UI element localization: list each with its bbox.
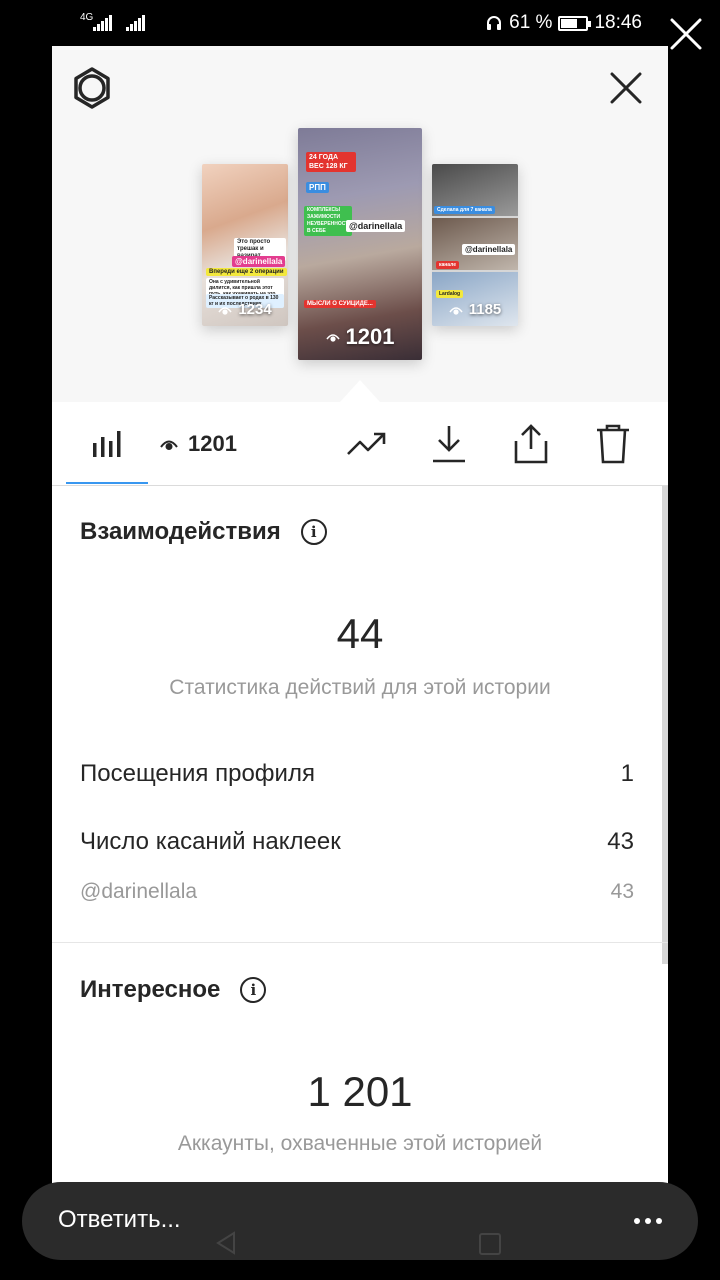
stat-label: Число касаний наклеек: [80, 828, 341, 855]
scrollbar[interactable]: [662, 486, 668, 964]
story-tag: @darinellala: [462, 244, 516, 255]
stat-row: Число касаний наклеек 43: [80, 828, 634, 856]
story-views-value: 1201: [345, 324, 395, 349]
delete-button[interactable]: [588, 402, 638, 486]
clock: 18:46: [594, 12, 642, 33]
interactions-caption: Статистика действий для этой истории: [169, 676, 551, 699]
story-tag: @darinellala: [346, 220, 406, 232]
selected-story-pointer: [340, 380, 380, 402]
battery-icon: [558, 15, 592, 31]
info-icon[interactable]: i: [240, 977, 267, 1003]
trend-up-icon: [347, 432, 386, 455]
tab-viewers[interactable]: 1201: [160, 402, 270, 486]
story-tag: @darinellala: [232, 256, 286, 267]
story-tag: Lardalog: [436, 290, 464, 298]
interactions-total: 44: [336, 610, 384, 657]
insights-toolbar: 1201: [52, 402, 668, 486]
story-tag: КОМПЛЕКСЫ ЗАЖИМОСТИ НЕУВЕРЕННОСТИ В СЕБЕ: [304, 206, 352, 236]
trash-icon: [597, 424, 629, 464]
reply-input[interactable]: Ответить...: [58, 1206, 181, 1234]
eye-icon: [449, 306, 463, 315]
story-view-count: 1185: [432, 301, 518, 318]
story-view-count: 1234: [202, 301, 288, 318]
reach-total: 1 201: [307, 1068, 413, 1115]
promote-button[interactable]: [342, 402, 392, 486]
signal-icon-2: [126, 13, 148, 31]
story-tag: 24 ГОДА ВЕС 128 КГ: [306, 152, 356, 172]
story-preview-area: Это просто трешак и вазират @darinellala…: [52, 46, 668, 402]
close-icon[interactable]: [666, 14, 706, 54]
signal-icon: [93, 13, 115, 31]
more-icon[interactable]: [634, 1218, 662, 1224]
tab-insights[interactable]: [76, 402, 136, 486]
nav-home-icon: [479, 1233, 501, 1255]
bar-chart-icon: [93, 431, 121, 457]
story-views-value: 1234: [238, 301, 272, 318]
battery-percent: 61 %: [509, 12, 553, 33]
story-thumbnail[interactable]: Сделала для 7 канала @darinellala канале…: [432, 164, 518, 326]
story-thumbnail[interactable]: Это просто трешак и вазират @darinellala…: [202, 164, 288, 326]
stat-label: Посещения профиля: [80, 760, 315, 787]
section-title: Интересное: [80, 976, 221, 1003]
status-right: 61 % 18:46: [485, 10, 642, 36]
story-tag: РПП: [306, 182, 329, 193]
eye-icon: [218, 306, 232, 315]
nav-back-icon: [216, 1231, 235, 1255]
download-icon: [433, 426, 465, 463]
story-tag: МЫСЛИ О СУИЦИДЕ...: [304, 300, 376, 308]
insights-content[interactable]: Взаимодействия i 44 Статистика действий …: [52, 486, 668, 1186]
section-interactions: Взаимодействия i: [80, 518, 327, 546]
reach-caption: Аккаунты, охваченные этой историей: [177, 1132, 543, 1155]
story-tag: канале: [436, 261, 459, 269]
section-divider: [52, 942, 668, 943]
stat-row: Посещения профиля 1: [80, 760, 634, 788]
close-icon[interactable]: [606, 68, 646, 108]
story-thumbnail-selected[interactable]: 24 ГОДА ВЕС 128 КГ РПП КОМПЛЕКСЫ ЗАЖИМОС…: [298, 128, 422, 360]
story-view-count: 1201: [298, 324, 422, 350]
stat-sub-label: @darinellala: [80, 880, 198, 903]
stat-value: 43: [607, 828, 634, 855]
network-type: 4G: [80, 12, 94, 23]
reply-bar[interactable]: Ответить...: [22, 1182, 698, 1260]
story-insights-sheet: Это просто трешак и вазират @darinellala…: [52, 46, 668, 1186]
story-tag: Сделала для 7 канала: [434, 206, 495, 214]
share-button[interactable]: [506, 402, 556, 486]
active-tab-indicator: [66, 482, 148, 484]
download-button[interactable]: [424, 402, 474, 486]
stat-sub-row: @darinellala 43: [80, 880, 634, 904]
story-tag: Впереди еще 2 операции: [206, 268, 287, 276]
section-title: Взаимодействия: [80, 518, 281, 545]
eye-icon: [325, 334, 340, 342]
headset-icon: [487, 16, 502, 30]
status-bar: 4G 61 % 18:46: [0, 0, 720, 46]
eye-icon: [160, 440, 178, 450]
views-count: 1201: [188, 431, 237, 456]
gear-icon[interactable]: [70, 66, 114, 110]
stat-sub-value: 43: [610, 880, 634, 903]
story-views-value: 1185: [468, 301, 502, 318]
stat-value: 1: [620, 760, 634, 787]
section-discovery: Интересное i: [80, 976, 267, 1004]
info-icon[interactable]: i: [300, 519, 327, 545]
share-icon: [514, 424, 548, 464]
